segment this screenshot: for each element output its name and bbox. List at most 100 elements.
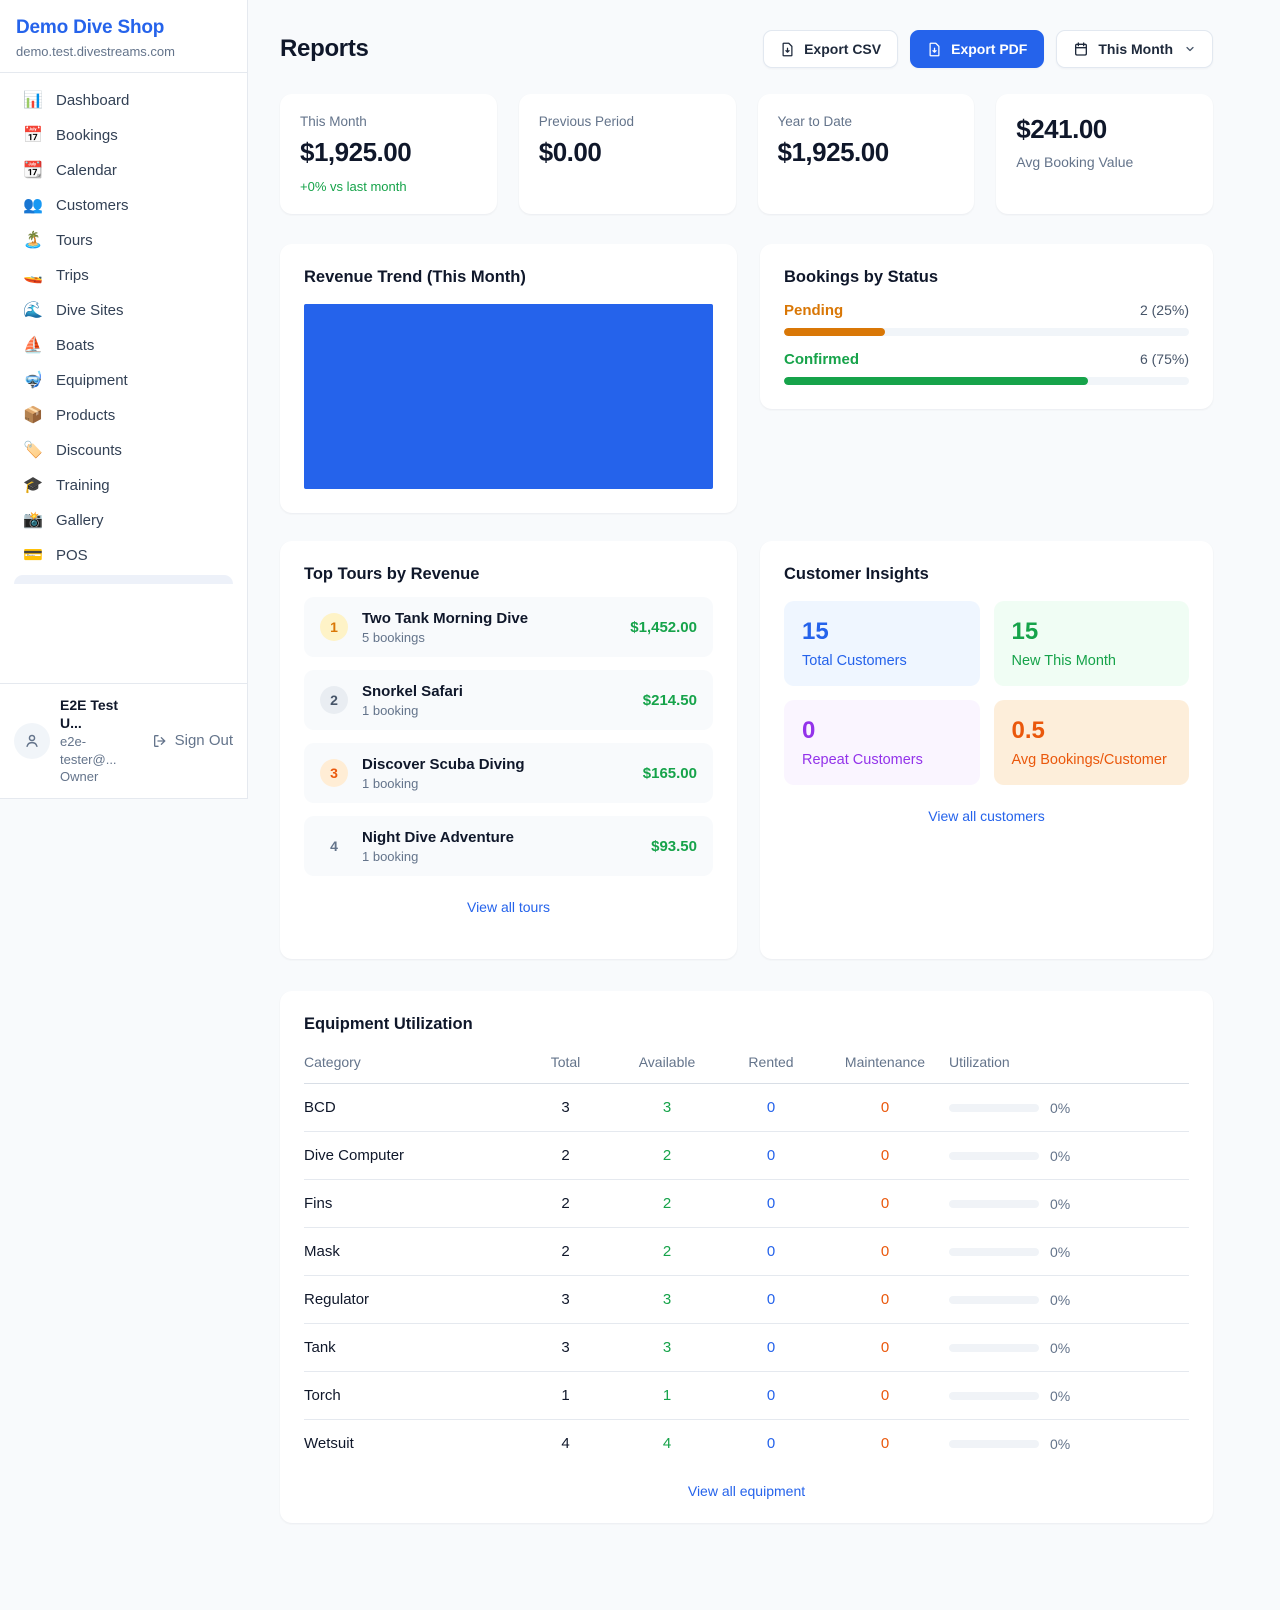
view-all-equipment-link[interactable]: View all equipment xyxy=(304,1483,1189,1499)
export-csv-label: Export CSV xyxy=(804,41,881,57)
export-csv-button[interactable]: Export CSV xyxy=(763,30,898,68)
sidebar-item-training[interactable]: 🎓 Training xyxy=(8,468,239,503)
cell-category: Dive Computer xyxy=(304,1132,518,1180)
progress-track xyxy=(784,328,1189,336)
cell-rented: 0 xyxy=(721,1084,821,1132)
sidebar-item-pos[interactable]: 💳 POS xyxy=(8,538,239,573)
cell-category: BCD xyxy=(304,1084,518,1132)
sidebar-item-gallery[interactable]: 📸 Gallery xyxy=(8,503,239,538)
cell-utilization: 0% xyxy=(949,1084,1189,1132)
cell-maintenance: 0 xyxy=(821,1084,949,1132)
utilization-track xyxy=(949,1296,1039,1304)
sidebar-item-dashboard[interactable]: 📊 Dashboard xyxy=(8,83,239,118)
sign-out-button[interactable]: Sign Out xyxy=(152,732,233,749)
tile-total-customers: 15 Total Customers xyxy=(784,601,980,686)
stat-card-previous-period: Previous Period $0.00 xyxy=(519,94,736,214)
status-value: 6 (75%) xyxy=(1140,351,1189,367)
stat-value: $241.00 xyxy=(1016,114,1193,145)
period-select-button[interactable]: This Month xyxy=(1056,30,1213,68)
tag-icon: 🏷️ xyxy=(22,443,44,459)
column-header-maintenance: Maintenance xyxy=(821,1054,949,1084)
cell-rented: 0 xyxy=(721,1228,821,1276)
shop-domain: demo.test.divestreams.com xyxy=(16,44,231,59)
user-info: E2E Test U... e2e-tester@... Owner xyxy=(60,696,142,786)
sidebar-item-label: Boats xyxy=(56,337,94,354)
column-header-rented: Rented xyxy=(721,1054,821,1084)
sidebar-item-reports-active-partial[interactable] xyxy=(14,575,233,584)
tile-value: 15 xyxy=(1012,618,1172,646)
export-pdf-button[interactable]: Export PDF xyxy=(910,30,1044,68)
view-all-tours-link[interactable]: View all tours xyxy=(304,899,713,915)
person-icon xyxy=(23,732,41,750)
island-icon: 🏝️ xyxy=(22,233,44,249)
insights-row: Top Tours by Revenue 1 Two Tank Morning … xyxy=(280,541,1213,959)
cell-rented: 0 xyxy=(721,1420,821,1461)
utilization-track xyxy=(949,1200,1039,1208)
tour-bookings: 1 booking xyxy=(362,849,637,864)
sidebar-item-discounts[interactable]: 🏷️ Discounts xyxy=(8,433,239,468)
sidebar-item-products[interactable]: 📦 Products xyxy=(8,398,239,433)
tour-name: Two Tank Morning Dive xyxy=(362,610,616,627)
utilization-track xyxy=(949,1344,1039,1352)
cell-utilization: 0% xyxy=(949,1180,1189,1228)
cell-total: 3 xyxy=(518,1084,613,1132)
tour-name: Discover Scuba Diving xyxy=(362,756,629,773)
sidebar-item-bookings[interactable]: 📅 Bookings xyxy=(8,118,239,153)
cell-utilization: 0% xyxy=(949,1324,1189,1372)
tile-value: 0 xyxy=(802,717,962,745)
tour-bookings: 5 bookings xyxy=(362,630,616,645)
stat-value: $1,925.00 xyxy=(300,137,477,168)
sidebar-item-tours[interactable]: 🏝️ Tours xyxy=(8,223,239,258)
view-all-customers-link[interactable]: View all customers xyxy=(784,808,1189,824)
tour-row: 3 Discover Scuba Diving 1 booking $165.0… xyxy=(304,743,713,803)
calendar-icon xyxy=(1073,41,1089,57)
tile-value: 0.5 xyxy=(1012,717,1172,745)
sidebar-item-calendar[interactable]: 📆 Calendar xyxy=(8,153,239,188)
sidebar-item-equipment[interactable]: 🤿 Equipment xyxy=(8,363,239,398)
table-row: Mask 2 2 0 0 0% xyxy=(304,1228,1189,1276)
cell-utilization: 0% xyxy=(949,1132,1189,1180)
file-download-icon xyxy=(927,42,942,57)
cell-maintenance: 0 xyxy=(821,1420,949,1461)
sidebar-item-label: Products xyxy=(56,407,115,424)
sidebar-item-label: POS xyxy=(56,547,88,564)
stat-label: Year to Date xyxy=(778,114,955,129)
tour-name: Night Dive Adventure xyxy=(362,829,637,846)
cell-maintenance: 0 xyxy=(821,1228,949,1276)
cell-utilization: 0% xyxy=(949,1228,1189,1276)
tour-revenue: $214.50 xyxy=(643,692,697,709)
people-icon: 👥 xyxy=(22,198,44,214)
sidebar-item-trips[interactable]: 🚤 Trips xyxy=(8,258,239,293)
cell-total: 2 xyxy=(518,1228,613,1276)
progress-fill xyxy=(784,377,1088,385)
table-row: BCD 3 3 0 0 0% xyxy=(304,1084,1189,1132)
customer-insights-card: Customer Insights 15 Total Customers 15 … xyxy=(760,541,1213,959)
sidebar-item-label: Trips xyxy=(56,267,89,284)
cell-maintenance: 0 xyxy=(821,1132,949,1180)
sidebar-item-label: Dive Sites xyxy=(56,302,124,319)
tile-new-this-month: 15 New This Month xyxy=(994,601,1190,686)
export-pdf-label: Export PDF xyxy=(951,41,1027,57)
sidebar-item-customers[interactable]: 👥 Customers xyxy=(8,188,239,223)
cell-total: 3 xyxy=(518,1324,613,1372)
cell-total: 1 xyxy=(518,1372,613,1420)
tour-row: 2 Snorkel Safari 1 booking $214.50 xyxy=(304,670,713,730)
column-header-category: Category xyxy=(304,1054,518,1084)
table-row: Regulator 3 3 0 0 0% xyxy=(304,1276,1189,1324)
utilization-percent: 0% xyxy=(1050,1340,1070,1356)
utilization-percent: 0% xyxy=(1050,1244,1070,1260)
sidebar: Demo Dive Shop demo.test.divestreams.com… xyxy=(0,0,248,799)
tour-revenue: $165.00 xyxy=(643,765,697,782)
sidebar-item-label: Bookings xyxy=(56,127,118,144)
cell-maintenance: 0 xyxy=(821,1324,949,1372)
sidebar-item-boats[interactable]: ⛵ Boats xyxy=(8,328,239,363)
sidebar-nav: 📊 Dashboard 📅 Bookings 📆 Calendar 👥 Cust… xyxy=(0,73,247,683)
cell-available: 3 xyxy=(613,1324,721,1372)
rank-badge: 4 xyxy=(320,832,348,860)
bookings-by-status-card: Bookings by Status Pending 2 (25%) Confi… xyxy=(760,244,1213,409)
sidebar-item-dive-sites[interactable]: 🌊 Dive Sites xyxy=(8,293,239,328)
status-label: Confirmed xyxy=(784,351,859,368)
cell-rented: 0 xyxy=(721,1132,821,1180)
cell-utilization: 0% xyxy=(949,1420,1189,1461)
sidebar-item-label: Training xyxy=(56,477,110,494)
